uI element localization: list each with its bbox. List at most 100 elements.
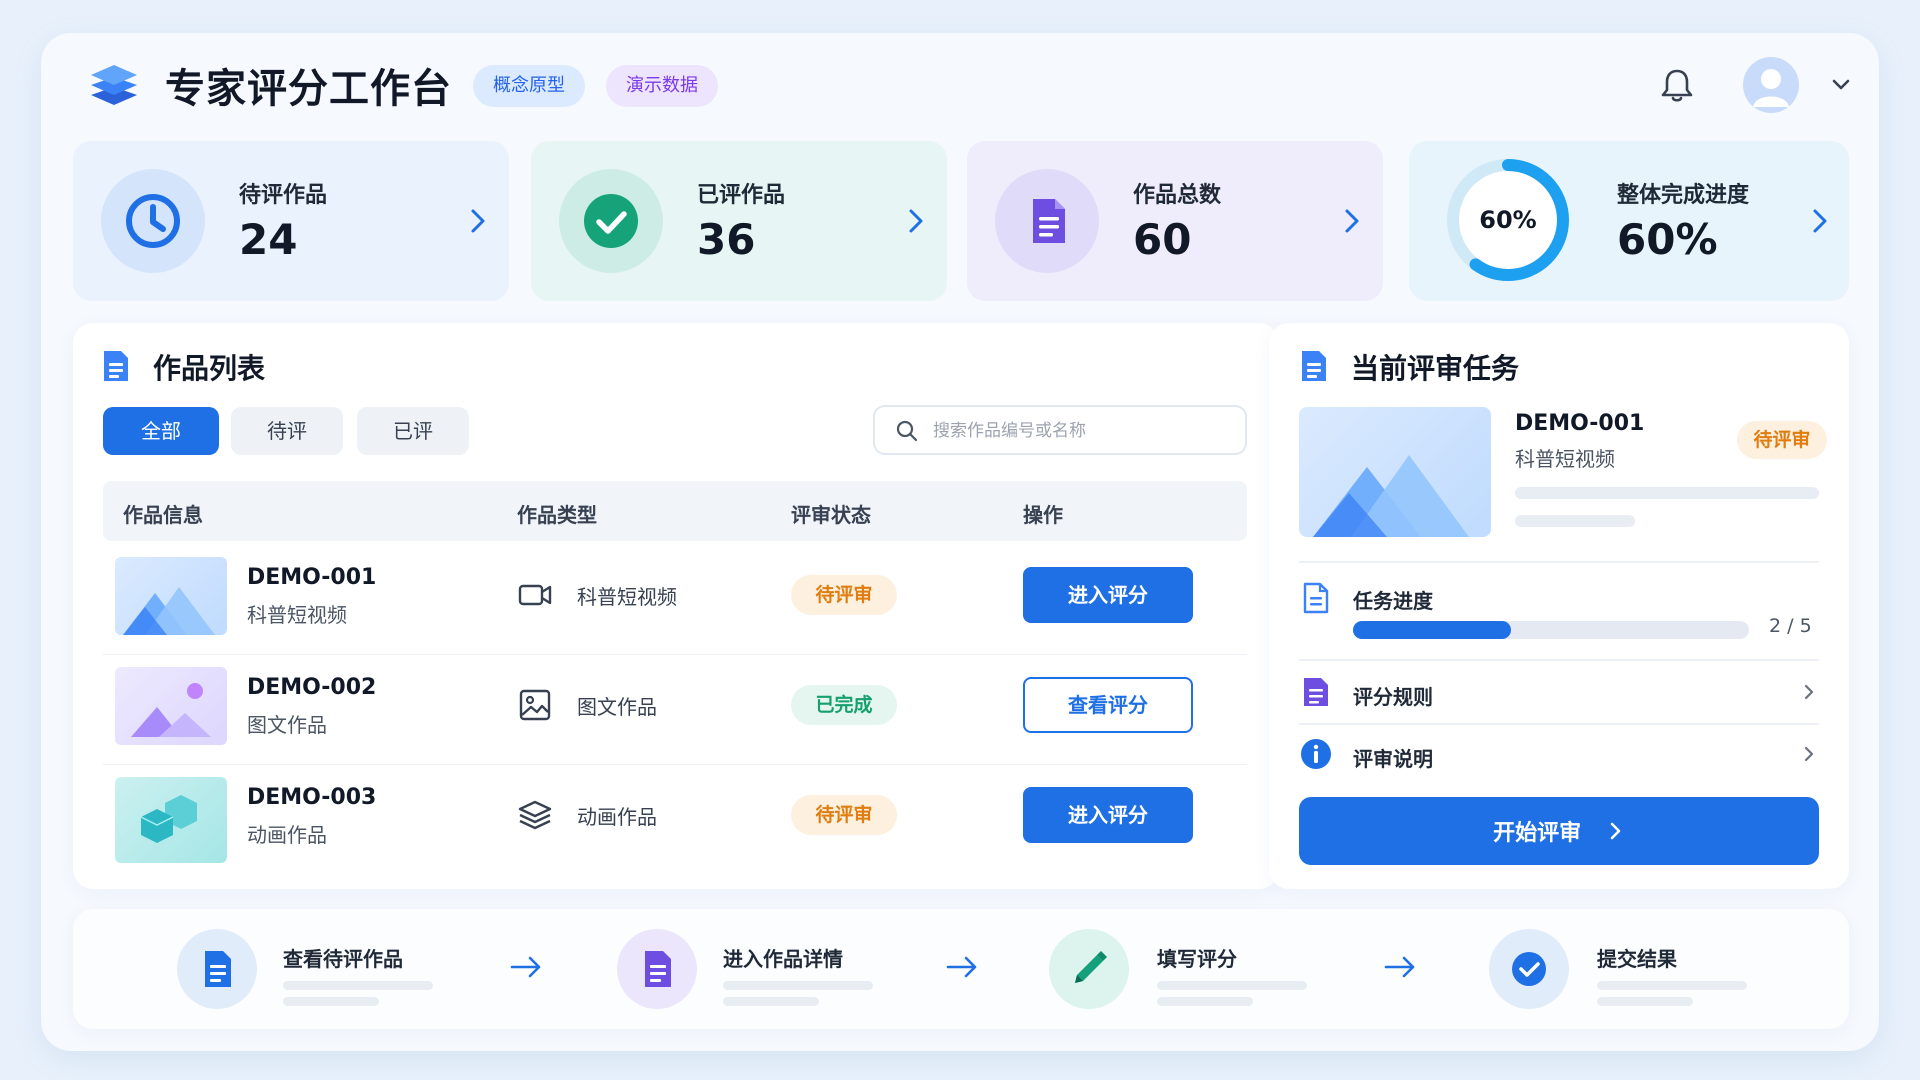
- work-type: 图文作品: [577, 695, 657, 719]
- work-type: 动画作品: [577, 805, 657, 829]
- enter-scoring-button[interactable]: 进入评分: [1023, 567, 1193, 623]
- chevron-down-icon[interactable]: [1826, 69, 1856, 99]
- concept-tag: 概念原型: [473, 65, 585, 107]
- placeholder-line: [1157, 981, 1307, 990]
- step-label: 填写评分: [1157, 947, 1237, 971]
- start-review-button[interactable]: 开始评审: [1299, 797, 1819, 865]
- thumbnail-image: [115, 777, 227, 863]
- bell-icon[interactable]: [1655, 63, 1699, 107]
- arrow-right-icon: [510, 956, 541, 978]
- filter-reviewed[interactable]: 已评: [357, 407, 469, 455]
- status-badge: 待评审: [791, 575, 897, 615]
- task-code: DEMO-001: [1515, 411, 1645, 436]
- stat-value: 60: [1133, 215, 1192, 264]
- document-icon: [177, 929, 257, 1009]
- search-box[interactable]: [873, 405, 1247, 455]
- stat-label: 待评作品: [239, 183, 328, 208]
- chevron-right-icon: [909, 209, 923, 233]
- status-badge: 待评审: [791, 795, 897, 835]
- stat-card-total[interactable]: 作品总数 60: [967, 141, 1383, 301]
- check-circle-icon: [1489, 929, 1569, 1009]
- document-icon: [995, 169, 1099, 273]
- chevron-right-icon: [1804, 746, 1814, 762]
- start-review-label: 开始评审: [1493, 821, 1582, 846]
- stat-value: 24: [239, 215, 298, 264]
- stat-value: 36: [697, 215, 756, 264]
- placeholder-line: [723, 981, 873, 990]
- user-icon: [1753, 69, 1789, 107]
- progress-ring-label: 60%: [1479, 206, 1536, 234]
- filter-pending[interactable]: 待评: [231, 407, 343, 455]
- placeholder-line: [283, 997, 379, 1006]
- work-code: DEMO-003: [247, 785, 377, 810]
- layers-logo-icon: [91, 65, 137, 105]
- stat-card-progress[interactable]: 60% 整体完成进度 60%: [1409, 141, 1849, 301]
- image-icon: [519, 689, 551, 721]
- header: 专家评分工作台 概念原型 演示数据: [41, 33, 1879, 143]
- task-status-badge: 待评审: [1737, 421, 1827, 459]
- task-thumbnail: [1299, 407, 1491, 537]
- document-icon: [617, 929, 697, 1009]
- arrow-right-icon: [1384, 956, 1415, 978]
- placeholder-line: [1157, 997, 1253, 1006]
- placeholder-line: [1515, 487, 1819, 499]
- step-label: 提交结果: [1597, 947, 1677, 971]
- thumbnail-image: [115, 557, 227, 635]
- table-row: DEMO-002 图文作品 图文作品 已完成 查看评分: [103, 655, 1247, 765]
- work-name: 科普短视频: [247, 603, 347, 627]
- scoring-rules-link[interactable]: 评分规则: [1269, 661, 1849, 723]
- step-label: 进入作品详情: [723, 947, 843, 971]
- work-code: DEMO-001: [247, 565, 377, 590]
- search-input[interactable]: [933, 417, 1233, 445]
- works-list-panel: 作品列表 全部 待评 已评 作品信息 作品类型 评审状态 操作: [73, 323, 1279, 889]
- current-task-title: 当前评审任务: [1351, 352, 1520, 385]
- stat-value: 60%: [1617, 215, 1718, 264]
- placeholder-line: [1515, 515, 1635, 527]
- enter-scoring-button[interactable]: 进入评分: [1023, 787, 1193, 843]
- column-header: 操作: [1023, 503, 1063, 527]
- table-header: 作品信息 作品类型 评审状态 操作: [103, 481, 1247, 541]
- view-score-button[interactable]: 查看评分: [1023, 677, 1193, 733]
- thumbnail-image: [115, 667, 227, 745]
- table-row: DEMO-003 动画作品 动画作品 待评审 进入评分: [103, 765, 1247, 875]
- placeholder-line: [283, 981, 433, 990]
- arrow-right-icon: [946, 956, 977, 978]
- column-header: 作品类型: [517, 503, 597, 527]
- document-outline-icon: [1303, 582, 1329, 614]
- divider: [1299, 561, 1819, 563]
- stat-label: 已评作品: [697, 183, 786, 208]
- placeholder-line: [1597, 981, 1747, 990]
- work-name: 图文作品: [247, 713, 327, 737]
- stat-label: 作品总数: [1133, 183, 1222, 208]
- stat-card-reviewed[interactable]: 已评作品 36: [531, 141, 947, 301]
- task-progress-text: 2 / 5: [1769, 615, 1812, 637]
- chevron-right-icon: [1813, 209, 1827, 233]
- progress-ring: 60%: [1443, 155, 1573, 285]
- task-progress-bar: [1353, 621, 1749, 639]
- document-icon: [1304, 678, 1328, 706]
- current-task-panel: 当前评审任务 DEMO-001 科普短视频 待评审 任务进度 2 / 5 评分规…: [1269, 323, 1849, 889]
- document-icon: [104, 351, 128, 381]
- work-type: 科普短视频: [577, 585, 677, 609]
- chevron-right-icon: [1345, 209, 1359, 233]
- status-badge: 已完成: [791, 685, 897, 725]
- review-notes-link[interactable]: 评审说明: [1269, 725, 1849, 785]
- step-label: 查看待评作品: [283, 947, 403, 971]
- demo-data-tag: 演示数据: [606, 65, 718, 107]
- stat-card-pending[interactable]: 待评作品 24: [73, 141, 509, 301]
- column-header: 作品信息: [123, 503, 203, 527]
- review-notes-label: 评审说明: [1353, 747, 1433, 771]
- works-list-title: 作品列表: [153, 352, 266, 385]
- work-code: DEMO-002: [247, 675, 377, 700]
- search-icon: [896, 420, 918, 442]
- clock-icon: [101, 169, 205, 273]
- avatar[interactable]: [1743, 57, 1799, 113]
- pencil-icon: [1049, 929, 1129, 1009]
- task-name: 科普短视频: [1515, 447, 1615, 471]
- scoring-rules-label: 评分规则: [1353, 685, 1433, 709]
- info-icon: [1301, 739, 1331, 769]
- document-icon: [1302, 351, 1326, 381]
- work-name: 动画作品: [247, 823, 327, 847]
- table-row: DEMO-001 科普短视频 科普短视频 待评审 进入评分: [103, 545, 1247, 655]
- filter-all[interactable]: 全部: [103, 407, 219, 455]
